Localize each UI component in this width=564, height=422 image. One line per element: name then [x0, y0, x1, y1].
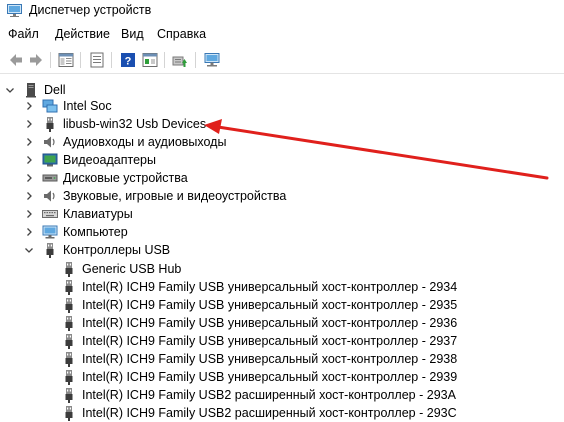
- device-label: Intel(R) ICH9 Family USB2 расширенный хо…: [82, 388, 456, 402]
- usb-plug-icon: [65, 316, 73, 331]
- device-label: Intel(R) ICH9 Family USB универсальный х…: [82, 334, 458, 348]
- tree-category-disk-drives[interactable]: Дисковые устройства: [0, 169, 564, 187]
- chevron-right-icon[interactable]: [23, 226, 35, 238]
- title-bar: Диспетчер устройств: [0, 0, 564, 22]
- chevron-right-icon[interactable]: [23, 208, 35, 220]
- usb-plug-icon: [46, 117, 54, 132]
- tree-device-item[interactable]: Intel(R) ICH9 Family USB универсальный х…: [0, 368, 564, 386]
- category-label: Контроллеры USB: [63, 243, 171, 257]
- category-label: Клавиатуры: [63, 207, 133, 221]
- usb-plug-icon: [65, 262, 73, 277]
- tree-device-item[interactable]: Intel(R) ICH9 Family USB2 расширенный хо…: [0, 386, 564, 404]
- network-icon: [42, 99, 58, 113]
- svg-text:?: ?: [125, 56, 132, 68]
- console-tree-icon[interactable]: [57, 51, 75, 69]
- tree-device-item[interactable]: Intel(R) ICH9 Family USB универсальный х…: [0, 350, 564, 368]
- category-label: libusb-win32 Usb Devices: [63, 117, 207, 131]
- usb-plug-icon: [65, 334, 73, 349]
- tree-category-computer[interactable]: Компьютер: [0, 223, 564, 241]
- menu-action[interactable]: Действие: [55, 27, 110, 41]
- menu-file[interactable]: Файл: [8, 27, 39, 41]
- tree-root-label: Dell: [44, 83, 66, 97]
- computer-icon: [42, 225, 58, 239]
- window-title: Диспетчер устройств: [29, 3, 152, 17]
- toolbar-separator: [164, 52, 165, 68]
- tree-device-item[interactable]: Intel(R) ICH9 Family USB универсальный х…: [0, 296, 564, 314]
- category-label: Intel Soc: [63, 99, 112, 113]
- tree-category-intel-soc[interactable]: Intel Soc: [0, 97, 564, 115]
- usb-plug-icon: [65, 298, 73, 313]
- tree-device-item[interactable]: Intel(R) ICH9 Family USB2 расширенный хо…: [0, 404, 564, 422]
- category-label: Видеоадаптеры: [63, 153, 156, 167]
- computer-icon: [26, 83, 36, 98]
- tree-category-usb-controllers[interactable]: Контроллеры USB: [0, 241, 564, 259]
- keyboard-icon: [42, 210, 58, 218]
- device-label: Intel(R) ICH9 Family USB универсальный х…: [82, 316, 458, 330]
- tree-category-sound-video-game[interactable]: Звуковые, игровые и видеоустройства: [0, 187, 564, 205]
- device-label: Intel(R) ICH9 Family USB2 расширенный хо…: [82, 406, 457, 420]
- tree-category-libusb[interactable]: libusb-win32 Usb Devices: [0, 115, 564, 133]
- device-label: Intel(R) ICH9 Family USB универсальный х…: [82, 352, 458, 366]
- disk-drive-icon: [42, 174, 58, 182]
- tree-device-item[interactable]: Generic USB Hub: [0, 260, 564, 278]
- device-tree: Dell Intel Soc libusb-win32 Usb Devices: [0, 78, 564, 422]
- device-label: Intel(R) ICH9 Family USB универсальный х…: [82, 280, 458, 294]
- back-arrow-icon[interactable]: [7, 51, 25, 69]
- chevron-right-icon[interactable]: [23, 154, 35, 166]
- usb-plug-icon: [65, 370, 73, 385]
- usb-plug-icon: [65, 280, 73, 295]
- toolbar-separator: [80, 52, 81, 68]
- tree-category-display-adapters[interactable]: Видеоадаптеры: [0, 151, 564, 169]
- speaker-icon: [44, 190, 55, 202]
- tree-device-item[interactable]: Intel(R) ICH9 Family USB универсальный х…: [0, 278, 564, 296]
- chevron-down-icon[interactable]: [4, 84, 16, 96]
- usb-plug-icon: [46, 243, 54, 258]
- category-label: Компьютер: [63, 225, 128, 239]
- properties-icon[interactable]: [88, 51, 106, 69]
- chevron-right-icon[interactable]: [23, 100, 35, 112]
- chevron-right-icon[interactable]: [23, 136, 35, 148]
- view-icon[interactable]: [141, 51, 159, 69]
- device-label: Intel(R) ICH9 Family USB универсальный х…: [82, 370, 458, 384]
- speaker-icon: [44, 136, 55, 148]
- display-adapter-icon: [42, 153, 58, 167]
- chevron-right-icon[interactable]: [23, 190, 35, 202]
- update-driver-icon[interactable]: [171, 51, 189, 69]
- tree-device-item[interactable]: Intel(R) ICH9 Family USB универсальный х…: [0, 314, 564, 332]
- toolbar-separator: [111, 52, 112, 68]
- tree-category-audio-io[interactable]: Аудиовходы и аудиовыходы: [0, 133, 564, 151]
- menu-help[interactable]: Справка: [157, 27, 206, 41]
- scan-hardware-icon[interactable]: [203, 51, 221, 69]
- chevron-right-icon[interactable]: [23, 118, 35, 130]
- toolbar-separator: [50, 52, 51, 68]
- menu-view[interactable]: Вид: [121, 27, 144, 41]
- toolbar: ?: [0, 47, 564, 74]
- tree-device-item[interactable]: Intel(R) ICH9 Family USB универсальный х…: [0, 332, 564, 350]
- device-manager-icon: [7, 4, 22, 17]
- usb-plug-icon: [65, 352, 73, 367]
- chevron-down-icon[interactable]: [23, 244, 35, 256]
- menu-bar: Файл Действие Вид Справка: [0, 25, 564, 45]
- help-icon[interactable]: ?: [119, 51, 137, 69]
- device-label: Intel(R) ICH9 Family USB универсальный х…: [82, 298, 458, 312]
- chevron-right-icon[interactable]: [23, 172, 35, 184]
- category-label: Аудиовходы и аудиовыходы: [63, 135, 227, 149]
- usb-plug-icon: [65, 406, 73, 421]
- forward-arrow-icon[interactable]: [27, 51, 45, 69]
- device-label: Generic USB Hub: [82, 262, 182, 276]
- category-label: Дисковые устройства: [63, 171, 188, 185]
- usb-plug-icon: [65, 388, 73, 403]
- category-label: Звуковые, игровые и видеоустройства: [63, 189, 287, 203]
- tree-category-keyboards[interactable]: Клавиатуры: [0, 205, 564, 223]
- toolbar-separator: [195, 52, 196, 68]
